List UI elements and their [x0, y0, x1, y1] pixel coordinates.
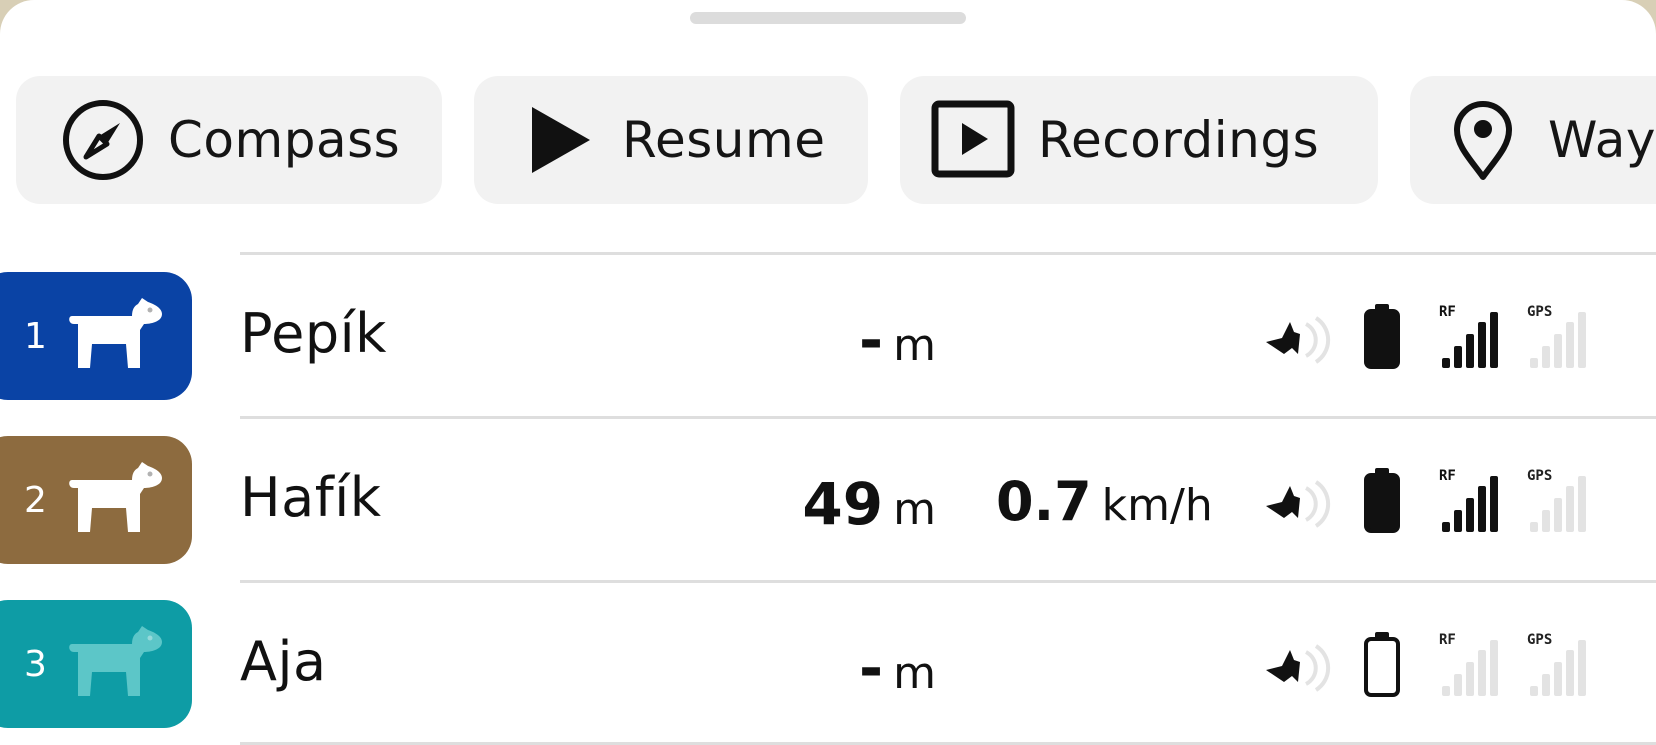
row-divider: [240, 252, 1656, 255]
dog-tracker-panel: Compass Resume Recordings Way 1 Pepík - …: [0, 0, 1656, 745]
distance-unit: m: [893, 648, 936, 699]
dog-row-2[interactable]: 2 Hafík 49 m 0.7 km/h RF GPS: [0, 436, 1656, 564]
dog-icon: [66, 462, 166, 536]
dog-distance: 49 m: [802, 470, 936, 538]
play-icon: [514, 97, 600, 183]
svg-text:GPS: GPS: [1527, 632, 1552, 648]
dog-row-3[interactable]: 3 Aja - m RF GPS: [0, 600, 1656, 728]
dog-speed: 0.7 km/h: [996, 470, 1213, 533]
map-pin-icon: [1440, 97, 1526, 183]
dog-badge[interactable]: 1: [0, 272, 192, 400]
recordings-button[interactable]: Recordings: [900, 76, 1378, 204]
distance-value: -: [859, 306, 884, 374]
row-divider: [240, 416, 1656, 419]
battery-icon: [1362, 630, 1402, 700]
dog-number: 2: [24, 479, 47, 521]
recordings-icon: [930, 97, 1016, 183]
dog-number: 1: [24, 315, 47, 357]
bark-signal-icon: [1262, 478, 1332, 548]
sheet-drag-handle[interactable]: [690, 12, 966, 24]
distance-value: -: [859, 634, 884, 702]
dog-badge[interactable]: 3: [0, 600, 192, 728]
speed-unit: km/h: [1101, 480, 1213, 531]
dog-number: 3: [24, 643, 47, 685]
waypoints-label: Way: [1548, 111, 1656, 169]
svg-text:RF: RF: [1439, 304, 1456, 320]
dog-icon: [66, 298, 166, 372]
rf-signal-icon: RF: [1438, 466, 1504, 536]
resume-button[interactable]: Resume: [474, 76, 868, 204]
gps-signal-icon: GPS: [1526, 630, 1592, 700]
svg-text:GPS: GPS: [1527, 304, 1552, 320]
rf-signal-icon: RF: [1438, 302, 1504, 372]
gps-signal-icon: GPS: [1526, 466, 1592, 536]
resume-label: Resume: [622, 111, 826, 169]
recordings-label: Recordings: [1038, 111, 1320, 169]
battery-icon: [1362, 466, 1402, 536]
dog-name: Aja: [240, 630, 327, 693]
distance-value: 49: [802, 470, 884, 538]
dog-icon: [66, 626, 166, 700]
bark-signal-icon: [1262, 642, 1332, 712]
distance-unit: m: [893, 320, 936, 371]
svg-text:GPS: GPS: [1527, 468, 1552, 484]
rf-signal-icon: RF: [1438, 630, 1504, 700]
dog-row-1[interactable]: 1 Pepík - m RF GPS: [0, 272, 1656, 400]
dog-distance: -m: [859, 306, 936, 374]
dog-distance: -m: [859, 634, 936, 702]
compass-icon: [60, 97, 146, 183]
svg-text:RF: RF: [1439, 468, 1456, 484]
dog-name: Hafík: [240, 466, 382, 529]
compass-button[interactable]: Compass: [16, 76, 442, 204]
dog-name: Pepík: [240, 302, 387, 365]
compass-label: Compass: [168, 111, 401, 169]
waypoints-button[interactable]: Way: [1410, 76, 1656, 204]
battery-icon: [1362, 302, 1402, 372]
speed-value: 0.7: [996, 470, 1092, 533]
bark-signal-icon: [1262, 314, 1332, 384]
gps-signal-icon: GPS: [1526, 302, 1592, 372]
dog-badge[interactable]: 2: [0, 436, 192, 564]
svg-text:RF: RF: [1439, 632, 1456, 648]
row-divider: [240, 580, 1656, 583]
distance-unit: m: [893, 484, 936, 535]
